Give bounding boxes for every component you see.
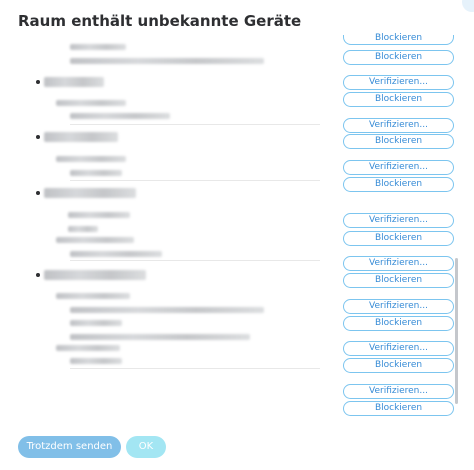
scrollbar-thumb[interactable]: [455, 258, 458, 404]
unknown-devices-dialog: Raum enthält unbekannte Geräte Blockiere…: [0, 0, 474, 470]
device-id-redacted: [70, 251, 162, 257]
block-button[interactable]: Blockieren: [343, 92, 454, 107]
block-button[interactable]: Blockieren: [343, 134, 454, 149]
user-name-redacted: [44, 132, 118, 142]
separator: [70, 368, 320, 369]
device-name-redacted: [56, 293, 130, 299]
verify-button[interactable]: Verifizieren...: [343, 256, 454, 271]
device-name-redacted: [70, 320, 122, 326]
device-name-redacted: [56, 345, 120, 351]
separator: [70, 260, 320, 261]
device-name-redacted: [56, 237, 134, 243]
block-button[interactable]: Blockieren: [343, 231, 454, 246]
user-bullet: [36, 135, 40, 139]
block-button[interactable]: Blockieren: [343, 316, 454, 331]
device-name-redacted: [56, 156, 126, 162]
device-name-redacted: [56, 100, 126, 106]
user-bullet: [36, 273, 40, 277]
device-id-redacted: [70, 307, 264, 313]
device-id-redacted: [70, 58, 264, 64]
dialog-title: Raum enthält unbekannte Geräte: [18, 12, 302, 30]
block-button[interactable]: Blockieren: [343, 177, 454, 192]
block-button[interactable]: Blockieren: [343, 401, 454, 416]
device-id-redacted: [70, 170, 122, 176]
block-button[interactable]: Blockieren: [343, 273, 454, 288]
verify-button[interactable]: Verifizieren...: [343, 160, 454, 175]
send-anyway-button[interactable]: Trotzdem senden: [18, 436, 121, 458]
verify-button[interactable]: Verifizieren...: [343, 299, 454, 314]
device-id-redacted: [68, 226, 98, 232]
user-name-redacted: [44, 188, 136, 198]
user-name-redacted: [44, 270, 146, 280]
verify-button[interactable]: Verifizieren...: [343, 341, 454, 356]
block-button[interactable]: Blockieren: [343, 34, 454, 45]
separator: [70, 180, 320, 181]
verify-button[interactable]: Verifizieren...: [343, 384, 454, 399]
ok-button[interactable]: OK: [126, 436, 166, 458]
device-name-redacted: [70, 44, 126, 50]
separator: [70, 124, 320, 125]
block-button[interactable]: Blockieren: [343, 358, 454, 373]
verify-button[interactable]: Verifizieren...: [343, 75, 454, 90]
device-id-redacted: [70, 334, 250, 340]
device-id-redacted: [70, 113, 170, 119]
close-icon[interactable]: [462, 0, 474, 12]
device-name-redacted: [68, 212, 130, 218]
device-id-redacted: [70, 358, 122, 364]
verify-button[interactable]: Verifizieren...: [343, 213, 454, 228]
user-bullet: [36, 80, 40, 84]
verify-button[interactable]: Verifizieren...: [343, 118, 454, 133]
user-bullet: [36, 191, 40, 195]
user-name-redacted: [44, 77, 104, 87]
block-button[interactable]: Blockieren: [343, 50, 454, 65]
